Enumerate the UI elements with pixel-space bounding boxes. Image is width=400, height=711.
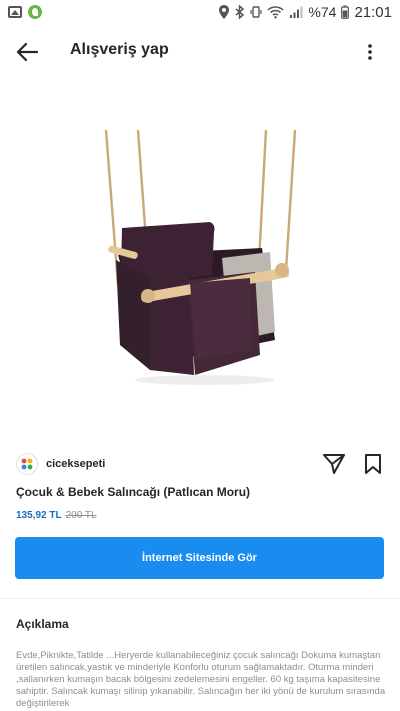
- bluetooth-icon: [235, 5, 245, 19]
- description-text: Evde,Piknikte,Tatilde ...Heryerde kullan…: [16, 650, 386, 709]
- description-heading: Açıklama: [16, 617, 69, 631]
- wifi-icon: [267, 6, 284, 19]
- merchant-logo[interactable]: [16, 453, 38, 475]
- flower-logo-icon: [21, 458, 33, 470]
- bookmark-icon: [365, 454, 381, 474]
- save-button[interactable]: [362, 453, 384, 475]
- share-button[interactable]: [322, 453, 346, 475]
- battery-level: %74: [308, 4, 337, 20]
- location-icon: [219, 5, 230, 19]
- arrow-left-icon: [16, 42, 39, 62]
- status-bar-left: [8, 5, 42, 19]
- price-old: 200 TL: [65, 510, 97, 521]
- battery-icon: [341, 5, 350, 19]
- section-divider: [0, 598, 400, 599]
- price-current: 135,92 TL: [16, 510, 62, 521]
- status-bar: %74 21:01: [0, 0, 400, 24]
- merchant-row: ciceksepeti: [16, 452, 386, 476]
- signal-icon: [290, 6, 303, 18]
- price-row: 135,92 TL 200 TL: [16, 510, 97, 521]
- app-notification-icon: [28, 5, 42, 19]
- product-title: Çocuk & Bebek Salıncağı (Patlıcan Moru): [16, 485, 251, 499]
- status-bar-right: %74 21:01: [218, 4, 392, 21]
- more-options-button[interactable]: [362, 38, 378, 66]
- clock: 21:01: [354, 3, 392, 21]
- app-bar: Alışveriş yap: [0, 24, 400, 80]
- baby-swing-illustration: [104, 129, 297, 385]
- send-icon: [323, 454, 345, 474]
- visit-website-button[interactable]: İnternet Sitesinde Gör: [15, 537, 384, 579]
- vibrate-icon: [250, 6, 263, 18]
- product-image[interactable]: [0, 80, 400, 445]
- merchant-name[interactable]: ciceksepeti: [46, 458, 105, 470]
- back-button[interactable]: [12, 38, 42, 66]
- gallery-notification-icon: [8, 6, 22, 18]
- page-title: Alışveriş yap: [70, 41, 169, 58]
- more-vertical-icon: [368, 44, 372, 60]
